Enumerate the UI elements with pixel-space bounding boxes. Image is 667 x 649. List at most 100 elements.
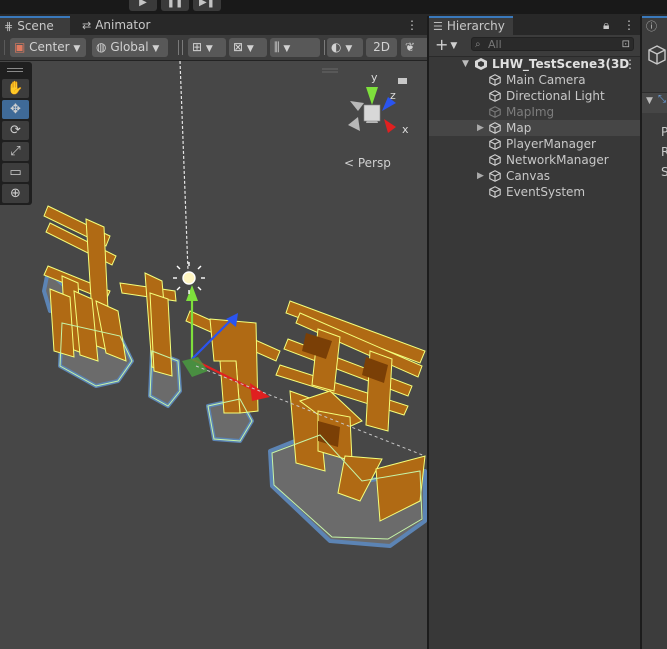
search-filter-icon[interactable]: ⊡: [622, 38, 630, 52]
transform-tool-button[interactable]: ⊕: [2, 184, 29, 203]
grid-snap-dropdown[interactable]: ⊞ ▼: [188, 38, 226, 57]
hierarchy-item[interactable]: Main Camera: [429, 72, 640, 88]
scene-menu-button[interactable]: ⋮: [624, 56, 636, 72]
pause-icon: ❚❚: [166, 0, 184, 8]
kebab-icon: ⋮: [624, 57, 636, 71]
rotate-tool-button[interactable]: ⟳: [2, 121, 29, 140]
hierarchy-item[interactable]: ▶ Map: [429, 120, 640, 136]
gameobject-icon: [489, 170, 501, 182]
hierarchy-menu-button[interactable]: ⋮: [623, 16, 635, 35]
gizmo-z-label: z: [390, 89, 396, 102]
hierarchy-item-label: PlayerManager: [506, 137, 596, 151]
hierarchy-item-label: MapImg: [506, 105, 555, 119]
gameobject-icon: [489, 74, 501, 86]
lock-icon: 🔒︎: [603, 18, 610, 32]
directional-light-icon[interactable]: [173, 262, 205, 294]
chevron-down-icon: ▼: [152, 44, 160, 54]
pivot-icon: ▣: [14, 40, 26, 54]
gameobject-icon: [648, 45, 666, 65]
scene-root-row[interactable]: ▼ LHW_TestScene3(3D ⋮: [429, 56, 640, 72]
hand-icon: ✋: [7, 81, 24, 96]
scene-tab-bar: ⋕ Scene ⇄ Animator ⋮: [0, 16, 427, 35]
scale-icon: ⤢: [10, 144, 21, 159]
transform-icon: ⤡: [658, 94, 666, 105]
tab-inspector[interactable]: ⓘ: [642, 16, 667, 35]
hierarchy-toolbar: + ▼ ⌕ All ⊡: [429, 35, 640, 57]
chevron-down-icon: ▼: [283, 44, 291, 54]
play-button[interactable]: ▶: [129, 0, 157, 11]
step-button[interactable]: ▶❚: [193, 0, 221, 11]
toolbar-separator: [182, 40, 183, 55]
gameobject-icon: [489, 90, 501, 102]
move-icon: ✥: [10, 102, 21, 117]
hierarchy-item[interactable]: ▶ Canvas: [429, 168, 640, 184]
rect-tool-button[interactable]: ▭: [2, 163, 29, 182]
rect-icon: ▭: [9, 165, 22, 180]
chevron-down-icon: ▼: [205, 44, 213, 54]
play-toolbar: ▶ ❚❚ ▶❚: [0, 0, 667, 14]
transform-header[interactable]: ▼ ⤡: [642, 92, 667, 113]
hierarchy-search-input[interactable]: ⌕ All ⊡: [471, 37, 634, 51]
grid-icon: ⋕: [4, 20, 14, 33]
hierarchy-item-label: NetworkManager: [506, 153, 609, 167]
tab-scene[interactable]: ⋕ Scene: [0, 16, 70, 35]
gameobject-icon: [489, 186, 501, 198]
move-tool-button[interactable]: ✥: [2, 100, 29, 119]
ruler-icon: ⫼: [274, 40, 280, 54]
hand-tool-button[interactable]: ✋: [2, 79, 29, 98]
draw-mode-dropdown[interactable]: ◐ ▼: [327, 38, 363, 57]
inspector-tab-bar: ⓘ: [642, 16, 667, 35]
projection-label[interactable]: < Persp: [344, 156, 391, 170]
gizmo-lock-icon[interactable]: [398, 78, 407, 84]
plus-icon: +: [435, 35, 449, 54]
hierarchy-item[interactable]: NetworkManager: [429, 152, 640, 168]
camera-ray: [179, 61, 189, 272]
gameobject-icon: [489, 106, 501, 118]
gameobject-icon: [489, 154, 501, 166]
foldout-arrow-icon: ▼: [646, 96, 653, 106]
hierarchy-item-label: EventSystem: [506, 185, 586, 199]
pause-button[interactable]: ❚❚: [161, 0, 189, 11]
create-dropdown[interactable]: + ▼: [435, 35, 457, 55]
lock-button[interactable]: 🔒︎: [603, 16, 617, 35]
transform-icon: ⊕: [10, 186, 21, 201]
hierarchy-item-label: Directional Light: [506, 89, 605, 103]
pivot-mode-dropdown[interactable]: ▣ Center ▼: [10, 38, 86, 57]
gizmo-y-label: y: [371, 71, 378, 84]
hierarchy-item-label: Main Camera: [506, 73, 586, 87]
hierarchy-item[interactable]: PlayerManager: [429, 136, 640, 152]
scene-geometry: y z x < Persp: [42, 61, 427, 548]
scene-menu-button[interactable]: ⋮: [406, 16, 418, 35]
globe-icon: ◍: [96, 40, 107, 54]
gameobject-icon: [489, 122, 501, 134]
kebab-icon: ⋮: [623, 18, 635, 32]
scale-tool-button[interactable]: ⤢: [2, 142, 29, 161]
increment-snap-dropdown[interactable]: ⊠ ▼: [229, 38, 267, 57]
snap-magnet-icon: ⊠: [233, 40, 244, 54]
search-icon: ⌕: [475, 39, 481, 50]
orientation-gizmo[interactable]: y z x: [348, 71, 409, 136]
tab-animator[interactable]: ⇄ Animator: [78, 16, 162, 35]
toolbar-separator: [178, 40, 179, 55]
hierarchy-item[interactable]: Directional Light: [429, 88, 640, 104]
chevron-down-icon: ▼: [450, 41, 458, 51]
space-mode-dropdown[interactable]: ◍ Global ▼: [92, 38, 168, 57]
chevron-down-icon: ▼: [246, 44, 254, 54]
animator-icon: ⇄: [82, 19, 92, 32]
rotation-label: R: [661, 145, 667, 159]
lighting-toggle-button[interactable]: ❦: [401, 38, 427, 57]
lightbulb-icon: ❦: [405, 40, 416, 54]
hierarchy-item[interactable]: EventSystem: [429, 184, 640, 200]
step-icon: ▶❚: [198, 0, 216, 8]
hierarchy-item[interactable]: MapImg: [429, 104, 640, 120]
tab-hierarchy[interactable]: ☰ Hierarchy: [429, 16, 513, 35]
collapse-arrow-icon[interactable]: ▼: [462, 56, 469, 72]
hierarchy-item-label: Canvas: [506, 169, 551, 183]
expand-arrow-icon[interactable]: ▶: [477, 120, 484, 136]
gameobject-icon: [489, 138, 501, 150]
list-icon: ☰: [433, 20, 443, 33]
gizmo-grid-dropdown[interactable]: ⫼ ▼: [270, 38, 320, 57]
scene-view[interactable]: y z x < Persp: [0, 61, 427, 649]
toggle-2d-button[interactable]: 2D: [366, 38, 397, 57]
expand-arrow-icon[interactable]: ▶: [477, 168, 484, 184]
